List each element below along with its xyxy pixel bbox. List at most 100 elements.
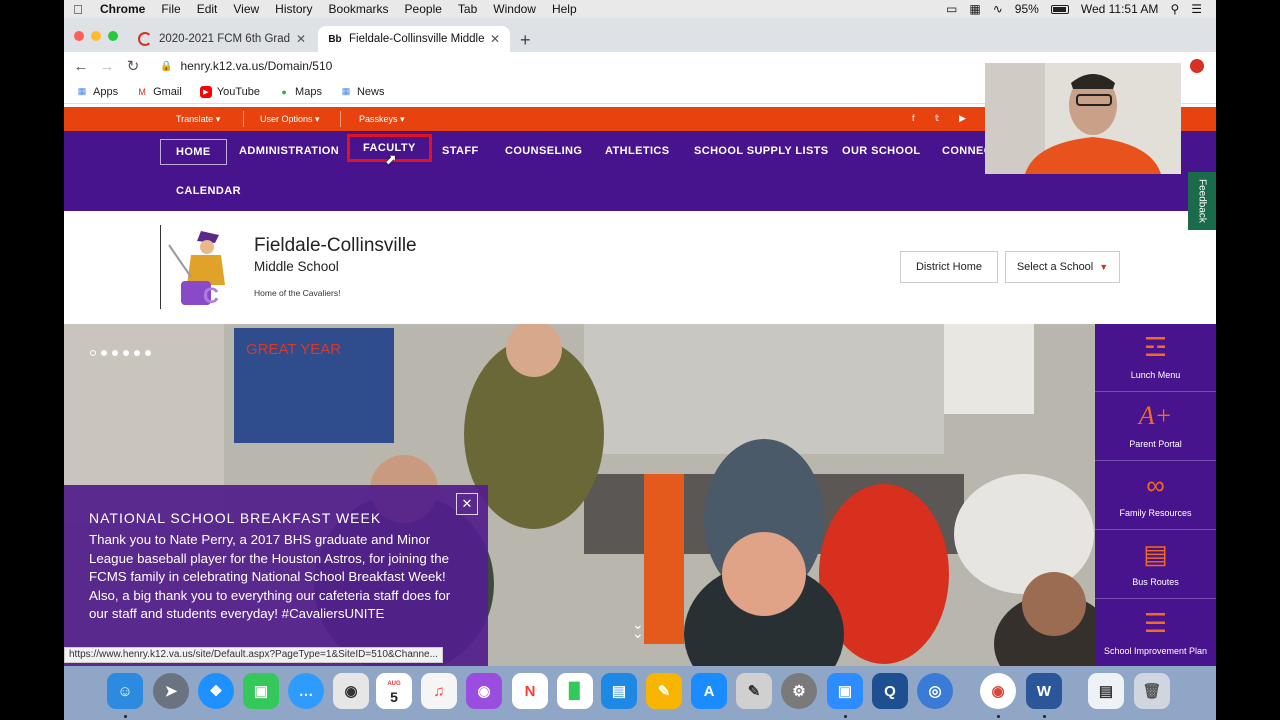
trash-icon[interactable]: 🗑 bbox=[1134, 673, 1170, 709]
nav-calendar[interactable]: CALENDAR bbox=[176, 185, 241, 197]
menu-people[interactable]: People bbox=[397, 2, 450, 16]
forward-icon[interactable]: → bbox=[94, 58, 120, 75]
clock[interactable]: Wed 11:51 AM bbox=[1081, 2, 1159, 16]
script-editor-icon[interactable]: ✎ bbox=[736, 673, 772, 709]
maps-app-icon[interactable]: ◉ bbox=[333, 673, 369, 709]
twitter-icon[interactable]: 𝕥 bbox=[935, 113, 939, 124]
select-school-dropdown[interactable]: Select a School ▼ bbox=[1005, 251, 1120, 283]
close-tab-icon[interactable]: ✕ bbox=[296, 32, 306, 46]
tab-title: 2020-2021 FCM 6th Grade Ma bbox=[159, 33, 290, 45]
minimize-window-icon[interactable] bbox=[91, 31, 101, 41]
feedback-tab[interactable]: Feedback bbox=[1188, 172, 1216, 230]
quick-link-school-improvement-plan[interactable]: ☰ School Improvement Plan bbox=[1095, 600, 1216, 666]
slide-dot[interactable] bbox=[123, 350, 129, 356]
bookmark-youtube[interactable]: ▶ YouTube bbox=[199, 85, 260, 98]
nav-staff[interactable]: STAFF bbox=[442, 145, 479, 157]
menu-edit[interactable]: Edit bbox=[189, 2, 226, 16]
quick-link-family-resources[interactable]: ∞ Family Resources bbox=[1095, 462, 1216, 530]
menu-file[interactable]: File bbox=[153, 2, 188, 16]
keynote-icon[interactable]: ▤ bbox=[601, 673, 637, 709]
menu-view[interactable]: View bbox=[225, 2, 267, 16]
preview-window-icon[interactable]: ▤ bbox=[1088, 673, 1124, 709]
nav-home[interactable]: HOME bbox=[160, 139, 227, 165]
menu-window[interactable]: Window bbox=[485, 2, 544, 16]
user-options-dropdown[interactable]: User Options ▾ bbox=[260, 114, 320, 125]
facebook-icon[interactable]: f bbox=[912, 113, 915, 123]
slide-dot[interactable] bbox=[90, 350, 96, 356]
menu-bookmarks[interactable]: Bookmarks bbox=[321, 2, 397, 16]
network-radar-icon[interactable]: ◎ bbox=[917, 673, 953, 709]
quick-link-lunch-menu[interactable]: ☲ Lunch Menu bbox=[1095, 324, 1216, 392]
bookmark-maps[interactable]: ● Maps bbox=[278, 86, 322, 98]
bookmark-news[interactable]: ▦ News bbox=[340, 86, 385, 98]
screen-share-icon[interactable]: ▦ bbox=[969, 2, 980, 16]
hero-slideshow[interactable]: GREAT YEAR NATIONAL SCHOOL BREAKFAST WEE… bbox=[64, 324, 1095, 666]
launchpad-icon[interactable]: ➤ bbox=[153, 673, 189, 709]
lock-icon[interactable]: 🔒 bbox=[160, 61, 172, 72]
nav-school-supply-lists[interactable]: SCHOOL SUPPLY LISTS bbox=[694, 145, 829, 157]
window-controls bbox=[74, 31, 118, 41]
zoom-icon[interactable]: ▣ bbox=[827, 673, 863, 709]
app-store-icon[interactable]: A bbox=[691, 673, 727, 709]
slide-dot[interactable] bbox=[134, 350, 140, 356]
close-icon[interactable]: ✕ bbox=[456, 493, 478, 515]
slide-dot[interactable] bbox=[112, 350, 118, 356]
zoom-window-icon[interactable] bbox=[108, 31, 118, 41]
battery-icon[interactable] bbox=[1050, 4, 1069, 14]
numbers-icon[interactable]: ▉ bbox=[557, 673, 593, 709]
menu-history[interactable]: History bbox=[267, 2, 320, 16]
close-tab-icon[interactable]: ✕ bbox=[490, 32, 500, 46]
district-home-button[interactable]: District Home bbox=[900, 251, 998, 283]
calendar-app-icon[interactable]: AUG 5 bbox=[376, 673, 412, 709]
nav-our-school[interactable]: OUR SCHOOL bbox=[842, 145, 921, 157]
nav-counseling[interactable]: COUNSELING bbox=[505, 145, 582, 157]
notification-center-icon[interactable]: ☰ bbox=[1191, 2, 1202, 16]
apple-icon[interactable]:  bbox=[64, 2, 92, 17]
bookmark-apps[interactable]: ▦ Apps bbox=[76, 86, 118, 98]
chrome-icon[interactable]: ◉ bbox=[980, 673, 1016, 709]
user-options-label: User Options bbox=[260, 114, 313, 124]
music-icon[interactable]: ♫ bbox=[421, 673, 457, 709]
reload-icon[interactable]: ↻ bbox=[120, 57, 146, 75]
quick-link-bus-routes[interactable]: ▤ Bus Routes bbox=[1095, 531, 1216, 599]
wifi-icon[interactable]: ∿ bbox=[993, 2, 1003, 16]
youtube-social-icon[interactable]: ▶ bbox=[959, 113, 966, 124]
quicktime-icon[interactable]: Q bbox=[872, 673, 908, 709]
menu-app-chrome[interactable]: Chrome bbox=[92, 2, 153, 16]
bookmark-gmail[interactable]: M Gmail bbox=[136, 86, 181, 98]
nav-administration[interactable]: ADMINISTRATION bbox=[239, 145, 339, 157]
tab-fieldale-collinsville[interactable]: Bb Fieldale-Collinsville Middle Sc ✕ bbox=[318, 26, 510, 52]
slide-dot[interactable] bbox=[145, 350, 151, 356]
podcasts-icon[interactable]: ◉ bbox=[466, 673, 502, 709]
facetime-icon[interactable]: ▣ bbox=[243, 673, 279, 709]
back-icon[interactable]: ← bbox=[68, 58, 94, 75]
translate-label: Translate bbox=[176, 114, 214, 124]
pages-icon[interactable]: ✎ bbox=[646, 673, 682, 709]
scroll-down-icon[interactable]: ⌄ ⌄ bbox=[632, 617, 644, 640]
nav-athletics[interactable]: ATHLETICS bbox=[605, 145, 670, 157]
new-tab-icon[interactable]: + bbox=[520, 30, 531, 51]
messages-icon[interactable]: … bbox=[288, 673, 324, 709]
news-app-icon[interactable]: N bbox=[512, 673, 548, 709]
menu-help[interactable]: Help bbox=[544, 2, 585, 16]
chrome-tabbar: 2020-2021 FCM 6th Grade Ma ✕ Bb Fieldale… bbox=[64, 18, 1216, 52]
airplay-icon[interactable]: ▭ bbox=[946, 2, 957, 16]
passkeys-dropdown[interactable]: Passkeys ▾ bbox=[359, 114, 405, 125]
menu-tab[interactable]: Tab bbox=[450, 2, 485, 16]
tab-fcm-6th-grade[interactable]: 2020-2021 FCM 6th Grade Ma ✕ bbox=[128, 26, 316, 52]
extension-icon[interactable] bbox=[1190, 59, 1204, 73]
cavalier-mascot-logo[interactable]: C bbox=[160, 225, 240, 309]
system-preferences-icon[interactable]: ⚙ bbox=[781, 673, 817, 709]
news-overlay: NATIONAL SCHOOL BREAKFAST WEEK Thank you… bbox=[64, 485, 488, 666]
safari-icon[interactable]: ❖ bbox=[198, 673, 234, 709]
svg-text:C: C bbox=[203, 283, 219, 308]
finder-icon[interactable]: ☺ bbox=[107, 673, 143, 709]
url-field[interactable]: henry.k12.va.us/Domain/510 bbox=[180, 59, 332, 73]
word-icon[interactable]: W bbox=[1026, 673, 1062, 709]
translate-dropdown[interactable]: Translate ▾ bbox=[176, 114, 220, 125]
calendar-day: 5 bbox=[390, 689, 398, 705]
quick-link-parent-portal[interactable]: A+ Parent Portal bbox=[1095, 393, 1216, 461]
close-window-icon[interactable] bbox=[74, 31, 84, 41]
slide-dot[interactable] bbox=[101, 350, 107, 356]
spotlight-icon[interactable]: ⚲ bbox=[1170, 2, 1179, 16]
